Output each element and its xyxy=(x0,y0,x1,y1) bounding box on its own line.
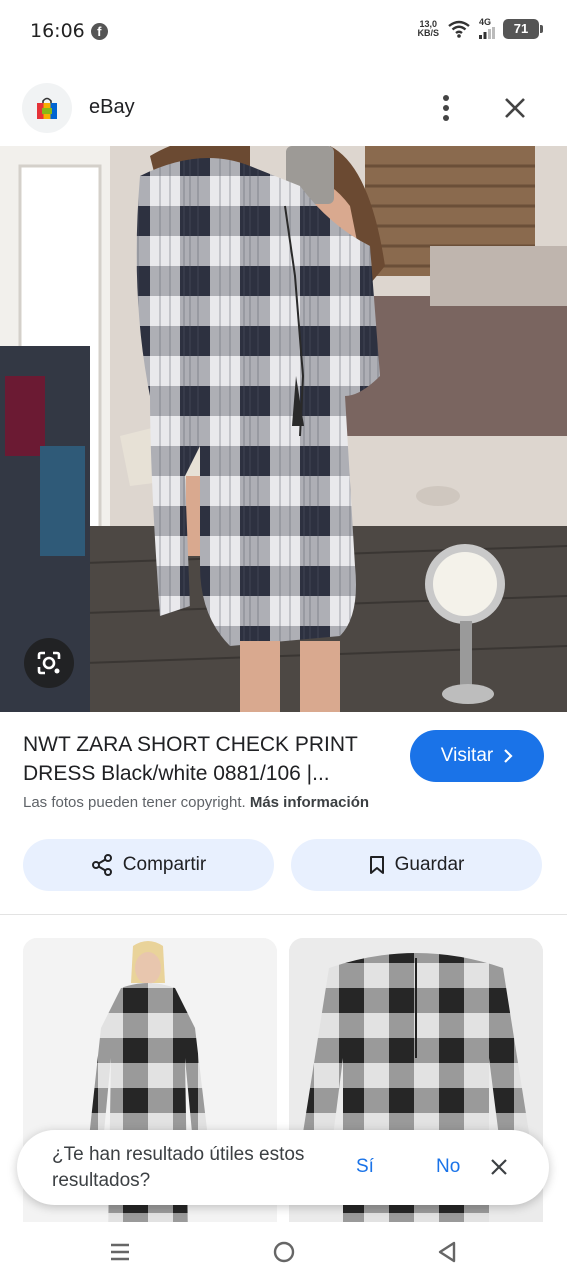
feedback-prompt: ¿Te han resultado útiles estos resultado… xyxy=(17,1130,549,1205)
battery-level: 71 xyxy=(513,21,529,36)
site-favicon[interactable] xyxy=(22,83,72,133)
status-indicators: 13,0 KB/S 4G 71 xyxy=(417,18,543,39)
status-time: 16:06 xyxy=(30,20,85,42)
feedback-question: ¿Te han resultado útiles estos resultado… xyxy=(52,1144,305,1191)
recent-apps-icon[interactable] xyxy=(107,1239,133,1265)
more-options-icon[interactable] xyxy=(430,90,462,126)
close-icon[interactable] xyxy=(487,1154,511,1180)
share-button[interactable]: Compartir xyxy=(23,839,274,891)
dress-photo xyxy=(0,146,567,712)
share-icon xyxy=(91,854,112,876)
main-result-image[interactable] xyxy=(0,146,567,712)
cellular-indicator: 4G xyxy=(479,18,495,39)
status-bar: 16:06 f 13,0 KB/S 4G 71 xyxy=(0,0,567,62)
close-icon[interactable] xyxy=(498,90,532,126)
visit-button[interactable]: Visitar xyxy=(410,730,544,782)
wifi-icon xyxy=(448,20,470,38)
visit-button-label: Visitar xyxy=(440,745,494,766)
copyright-notice: Las fotos pueden tener copyright. Más in… xyxy=(23,794,369,811)
more-info-link[interactable]: Más información xyxy=(250,794,369,811)
save-button[interactable]: Guardar xyxy=(291,839,542,891)
back-icon[interactable] xyxy=(434,1239,460,1265)
google-lens-button[interactable] xyxy=(24,638,74,688)
feedback-no-button[interactable]: No xyxy=(436,1156,460,1178)
feedback-yes-button[interactable]: Sí xyxy=(356,1156,374,1178)
shopping-bag-icon xyxy=(37,97,57,119)
battery-icon: 71 xyxy=(503,18,543,39)
share-label: Compartir xyxy=(122,854,207,875)
result-title[interactable]: NWT ZARA SHORT CHECK PRINT DRESS Black/w… xyxy=(23,730,393,788)
signal-icon xyxy=(479,27,495,39)
app-header: eBay xyxy=(0,76,567,138)
network-speed-unit: KB/S xyxy=(417,27,439,38)
divider xyxy=(0,914,567,915)
system-nav-bar xyxy=(0,1222,567,1280)
facebook-notification-icon: f xyxy=(90,22,108,40)
chevron-right-icon xyxy=(504,749,513,763)
lens-icon xyxy=(37,651,61,675)
home-icon[interactable] xyxy=(271,1239,297,1265)
bookmark-icon xyxy=(369,856,384,874)
copyright-text: Las fotos pueden tener copyright. xyxy=(23,794,246,811)
network-speed: 13,0 KB/S xyxy=(417,19,439,38)
save-label: Guardar xyxy=(394,854,465,875)
site-name: eBay xyxy=(89,96,135,118)
network-type: 4G xyxy=(479,17,492,27)
